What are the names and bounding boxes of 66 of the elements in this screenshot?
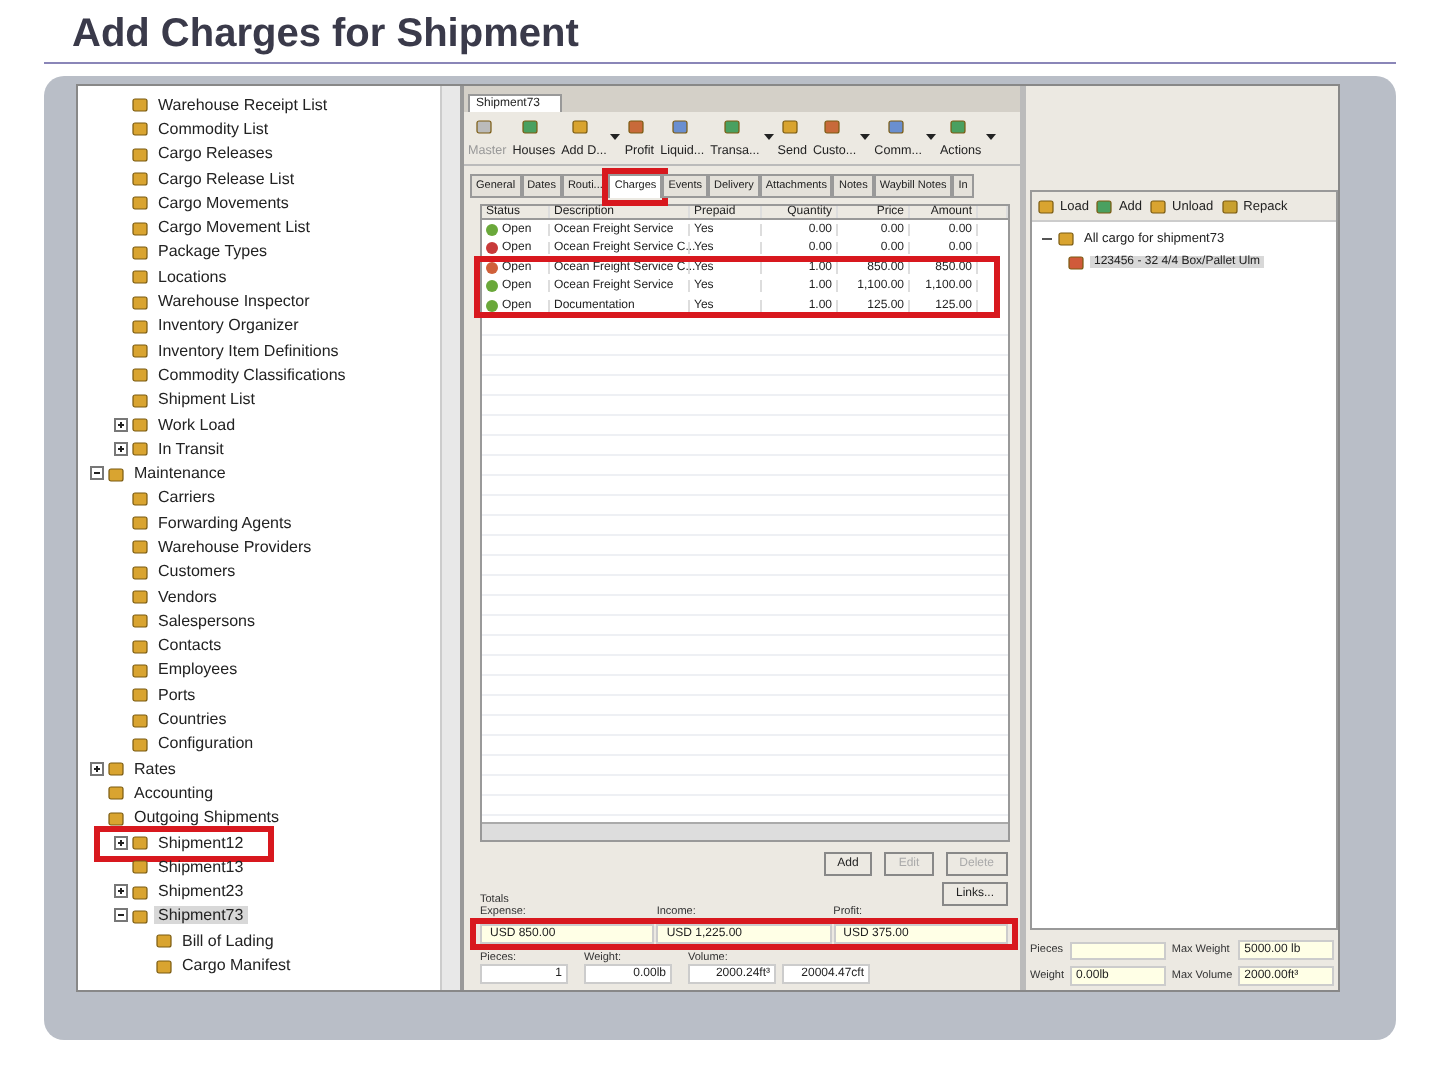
- tree-item[interactable]: Configuration: [154, 734, 258, 753]
- toolbar-icon: [949, 118, 966, 134]
- toolbar-icon: [476, 118, 493, 134]
- tree-item[interactable]: Ports: [154, 685, 200, 704]
- tree-item[interactable]: In Transit: [154, 439, 228, 458]
- toolbar-icon: [1096, 198, 1113, 214]
- expand-icon[interactable]: [114, 884, 128, 899]
- tree-item[interactable]: Countries: [154, 710, 231, 729]
- tree-item[interactable]: Bill of Lading: [178, 931, 278, 950]
- tree-item[interactable]: Accounting: [130, 783, 218, 802]
- slide-title: Add Charges for Shipment: [44, 12, 1396, 64]
- tree-item[interactable]: Salespersons: [154, 611, 259, 630]
- tree-item[interactable]: Shipment13: [154, 857, 248, 876]
- scrollbar[interactable]: [482, 822, 1008, 840]
- toolbar-icon: [723, 118, 740, 134]
- tree-item[interactable]: Forwarding Agents: [154, 513, 296, 532]
- scrollbar[interactable]: [440, 86, 460, 990]
- toolbar-icon: [781, 118, 798, 134]
- tree-item[interactable]: Work Load: [154, 415, 240, 433]
- tree-item[interactable]: Inventory Item Definitions: [154, 341, 343, 360]
- expand-icon[interactable]: [90, 761, 104, 776]
- expand-icon[interactable]: [114, 441, 128, 456]
- caret-icon[interactable]: [610, 134, 621, 142]
- caret-icon[interactable]: [860, 134, 871, 142]
- toolbar-icon: [823, 118, 840, 134]
- tree-item[interactable]: Warehouse Providers: [154, 537, 316, 556]
- caret-icon[interactable]: [763, 134, 774, 142]
- toolbar-icon: [572, 118, 589, 134]
- tree-item[interactable]: Vendors: [154, 587, 221, 606]
- toolbar-icon: [671, 118, 688, 134]
- tree-item[interactable]: Outgoing Shipments: [130, 808, 283, 827]
- toolbar-icon: [1150, 198, 1167, 214]
- tree-item[interactable]: Shipment List: [154, 390, 259, 409]
- tree-item[interactable]: Employees: [154, 660, 242, 679]
- tree-item[interactable]: Warehouse Inspector: [154, 292, 314, 311]
- tree-item[interactable]: Cargo Movement List: [154, 218, 315, 237]
- tree-item[interactable]: Contacts: [154, 636, 226, 655]
- tree-item[interactable]: Cargo Release List: [154, 169, 299, 188]
- tree-item[interactable]: Locations: [154, 267, 231, 286]
- tree-item[interactable]: Cargo Manifest: [178, 956, 295, 975]
- tree-item[interactable]: Shipment12: [154, 833, 248, 852]
- collapse-icon[interactable]: [114, 908, 128, 923]
- caret-icon[interactable]: [985, 134, 996, 142]
- tree-item[interactable]: Commodity Classifications: [154, 365, 350, 384]
- tree-item[interactable]: Carriers: [154, 488, 219, 507]
- tree-item[interactable]: Maintenance: [130, 464, 230, 483]
- tree-item[interactable]: Package Types: [154, 242, 272, 261]
- tree-item[interactable]: Cargo Releases: [154, 144, 277, 163]
- caret-icon[interactable]: [925, 134, 936, 142]
- expand-icon[interactable]: [114, 835, 128, 850]
- tree-item[interactable]: Shipment73: [154, 906, 248, 925]
- toolbar-icon: [887, 118, 904, 134]
- expand-icon[interactable]: [114, 417, 128, 431]
- tree-item[interactable]: Rates: [130, 759, 180, 778]
- tree-item[interactable]: Warehouse Receipt List: [154, 95, 332, 114]
- toolbar-icon: [522, 118, 539, 134]
- tree-item[interactable]: Commodity List: [154, 119, 273, 138]
- tree-item[interactable]: Inventory Organizer: [154, 316, 303, 335]
- toolbar-icon: [1221, 198, 1238, 214]
- collapse-icon[interactable]: [90, 466, 104, 481]
- tree-item[interactable]: Shipment23: [154, 882, 248, 901]
- toolbar-icon: [1038, 198, 1054, 214]
- tree-item[interactable]: Cargo Movements: [154, 193, 293, 212]
- toolbar-icon: [628, 118, 645, 134]
- tree-item[interactable]: Customers: [154, 562, 240, 581]
- input-field[interactable]: [1070, 941, 1166, 959]
